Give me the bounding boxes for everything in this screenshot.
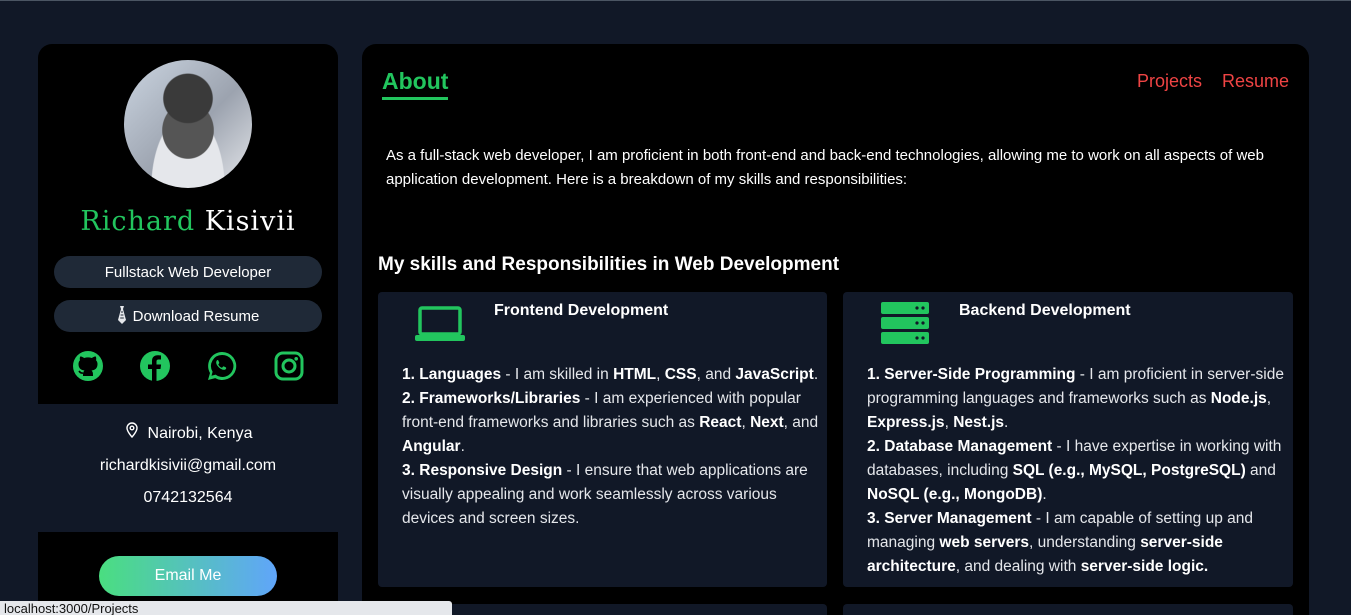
skills-heading: My skills and Responsibilities in Web De… <box>378 254 840 275</box>
instagram-icon[interactable] <box>273 350 305 382</box>
first-name: Richard <box>80 206 196 237</box>
role-badge: Fullstack Web Developer <box>54 256 322 288</box>
list-item: 3. Server Management - I am capable of s… <box>867 510 1254 575</box>
email-me-button[interactable]: Email Me <box>99 556 277 596</box>
list-item: 3. Responsive Design - I ensure that web… <box>402 462 808 527</box>
next-card-partial <box>843 604 1293 615</box>
list-item: 2. Frameworks/Libraries - I am experienc… <box>402 390 819 455</box>
server-icon <box>879 302 931 346</box>
backend-title: Backend Development <box>959 302 1131 319</box>
browser-status-url: localhost:3000/Projects <box>0 601 452 615</box>
frontend-list: 1. Languages - I am skilled in HTML, CSS… <box>402 363 822 531</box>
about-intro: As a full-stack web developer, I am prof… <box>386 147 1264 188</box>
contact-info: Nairobi, Kenya richardkisivii@gmail.com … <box>38 404 338 532</box>
backend-list: 1. Server-Side Programming - I am profic… <box>867 363 1287 579</box>
profile-name: Richard Kisivii <box>38 206 338 237</box>
frontend-title: Frontend Development <box>494 302 669 319</box>
list-item: 2. Database Management - I have expertis… <box>867 438 1282 503</box>
backend-card: Backend Development 1. Server-Side Progr… <box>843 292 1293 587</box>
whatsapp-icon[interactable] <box>206 350 238 382</box>
location-pin-icon <box>124 422 140 446</box>
list-item: 1. Server-Side Programming - I am profic… <box>867 366 1284 431</box>
nav-link-resume[interactable]: Resume <box>1222 71 1289 92</box>
main-panel: About Projects Resume As a full-stack we… <box>362 44 1309 615</box>
download-resume-label: Download Resume <box>132 307 260 325</box>
location-row: Nairobi, Kenya <box>38 422 338 454</box>
download-resume-button[interactable]: Download Resume <box>54 300 322 332</box>
role-label: Fullstack Web Developer <box>104 263 272 281</box>
nav-link-projects[interactable]: Projects <box>1137 71 1202 92</box>
laptop-icon <box>414 302 466 346</box>
social-links <box>38 350 338 382</box>
profile-card: Richard Kisivii Fullstack Web Developer … <box>38 44 338 404</box>
profile-sidebar: Richard Kisivii Fullstack Web Developer … <box>38 44 338 615</box>
last-name: Kisivii <box>204 206 296 237</box>
facebook-icon[interactable] <box>139 350 171 382</box>
list-item: 1. Languages - I am skilled in HTML, CSS… <box>402 366 819 383</box>
tie-icon <box>117 305 127 327</box>
phone-text: 0742132564 <box>143 489 233 506</box>
location-text: Nairobi, Kenya <box>147 425 253 442</box>
tab-about[interactable]: About <box>382 68 449 100</box>
github-icon[interactable] <box>72 350 104 382</box>
avatar <box>124 60 252 188</box>
email-text: richardkisivii@gmail.com <box>99 457 277 474</box>
top-nav: Projects Resume <box>1137 71 1289 92</box>
frontend-card: Frontend Development 1. Languages - I am… <box>378 292 827 587</box>
